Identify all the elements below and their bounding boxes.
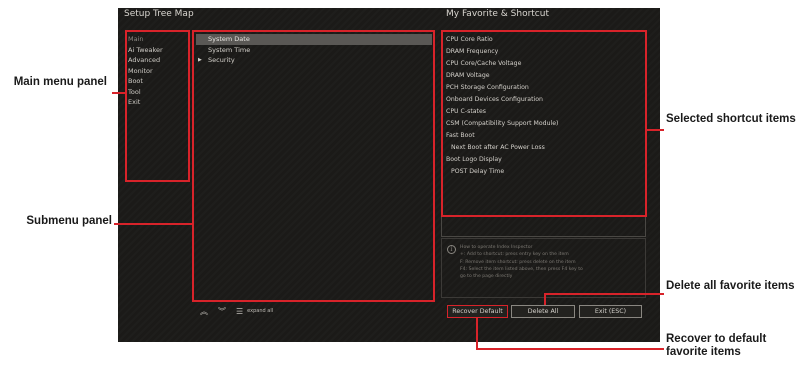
info-line: go to the page directly xyxy=(460,274,513,280)
main-menu-item-exit[interactable]: Exit xyxy=(128,97,188,108)
triangle-right-icon: ▶ xyxy=(198,57,202,63)
main-menu-item-boot[interactable]: Boot xyxy=(128,76,188,87)
submenu-item-label: System Time xyxy=(208,45,251,54)
delete-all-callout: Delete all favorite items xyxy=(666,280,795,292)
submenu-item-label: System Date xyxy=(208,35,250,43)
expand-all-label[interactable]: expand all xyxy=(247,308,273,314)
shortcut-leader-line xyxy=(646,129,664,131)
setup-tree-map-title: Setup Tree Map xyxy=(124,9,194,19)
submenu-item-label: Security xyxy=(208,56,235,64)
exit-button[interactable]: Exit (ESC) xyxy=(579,305,642,318)
favorite-item[interactable]: Next Boot after AC Power Loss xyxy=(446,142,642,154)
favorite-item[interactable]: CPU Core Ratio xyxy=(446,34,642,46)
favorite-item[interactable]: DRAM Voltage xyxy=(446,70,642,82)
main-menu-item-main[interactable]: Main xyxy=(128,34,188,45)
submenu-list: System Date System Time ▶ Security xyxy=(196,34,432,66)
recover-leader-line-v xyxy=(476,318,478,349)
favorite-item[interactable]: Fast Boot xyxy=(446,130,642,142)
favorite-item[interactable]: PCH Storage Configuration xyxy=(446,82,642,94)
favorite-item[interactable]: CPU C-states xyxy=(446,106,642,118)
info-icon: i xyxy=(447,245,456,254)
double-chevron-down-icon[interactable]: ︾ xyxy=(218,306,226,317)
favorite-item[interactable]: DRAM Frequency xyxy=(446,46,642,58)
submenu-callout: Submenu panel xyxy=(26,215,112,227)
favorite-item[interactable]: POST Delay Time xyxy=(446,166,642,178)
submenu-toolbar: ︽ ︾ ☰ expand all xyxy=(200,304,273,318)
submenu-panel xyxy=(192,30,435,302)
submenu-item-system-date[interactable]: System Date xyxy=(196,34,432,45)
delete-leader-line-v xyxy=(544,293,546,305)
submenu-item-security[interactable]: ▶ Security xyxy=(196,55,432,66)
main-menu-item-ai-tweaker[interactable]: Ai Tweaker xyxy=(128,45,188,56)
info-line: F: Remove item shortcut: press delete on… xyxy=(460,259,576,265)
double-chevron-up-icon[interactable]: ︽ xyxy=(200,306,208,317)
main-menu-list: Main Ai Tweaker Advanced Monitor Boot To… xyxy=(128,34,188,108)
delete-leader-line-h xyxy=(544,293,664,295)
list-icon[interactable]: ☰ xyxy=(236,307,243,316)
favorites-list: CPU Core Ratio DRAM Frequency CPU Core/C… xyxy=(446,34,642,178)
recover-default-button[interactable]: Recover Default xyxy=(447,305,508,318)
recover-leader-line-h xyxy=(476,348,664,350)
info-line: F4: Select the item listed above, then p… xyxy=(460,266,583,272)
submenu-leader-line xyxy=(114,223,194,225)
info-text: How to operate Index Inspector +: Add to… xyxy=(460,244,642,280)
submenu-item-system-time[interactable]: System Time xyxy=(196,45,432,56)
info-line: +: Add to shortcut: press entry key on t… xyxy=(460,252,569,258)
recover-callout: Recover to default favorite items xyxy=(666,333,767,358)
main-menu-callout: Main menu panel xyxy=(13,76,107,88)
info-line: How to operate Index Inspector xyxy=(460,245,533,250)
main-menu-item-advanced[interactable]: Advanced xyxy=(128,55,188,66)
favorite-item[interactable]: Boot Logo Display xyxy=(446,154,642,166)
shortcut-callout: Selected shortcut items xyxy=(666,113,796,125)
main-menu-leader-line xyxy=(112,92,126,94)
delete-all-button[interactable]: Delete All xyxy=(511,305,575,318)
favorite-item[interactable]: CPU Core/Cache Voltage xyxy=(446,58,642,70)
main-menu-item-monitor[interactable]: Monitor xyxy=(128,66,188,77)
main-menu-item-tool[interactable]: Tool xyxy=(128,87,188,98)
favorite-shortcut-title: My Favorite & Shortcut xyxy=(446,9,549,19)
favorite-item[interactable]: CSM (Compatibility Support Module) xyxy=(446,118,642,130)
favorite-item[interactable]: Onboard Devices Configuration xyxy=(446,94,642,106)
